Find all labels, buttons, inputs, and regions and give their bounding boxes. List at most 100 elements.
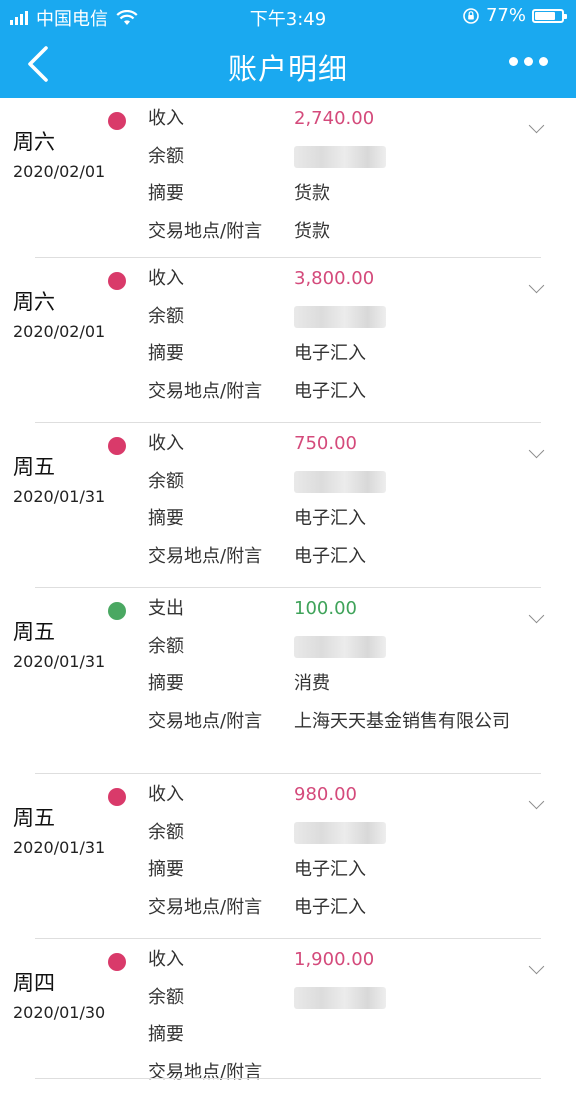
record-date-block: 周五2020/01/31 — [13, 806, 105, 857]
amount-value: 1,900.00 — [294, 949, 516, 971]
amount-value: 2,740.00 — [294, 108, 516, 130]
amount-row: 支出100.00 — [148, 598, 516, 636]
nav-bar: 账户明细 — [0, 32, 576, 98]
date-label: 2020/01/31 — [13, 487, 105, 506]
place-label: 交易地点/附言 — [148, 897, 294, 919]
place-value: 电子汇入 — [294, 546, 516, 568]
place-value: 货款 — [294, 221, 516, 243]
summary-label: 摘要 — [148, 673, 294, 695]
date-label: 2020/02/01 — [13, 322, 105, 341]
transaction-record[interactable]: 周四2020/01/30收入1,900.00余额摘要交易地点/附言 — [0, 939, 576, 1079]
record-details: 收入980.00余额摘要电子汇入交易地点/附言电子汇入 — [148, 784, 516, 934]
amount-row: 收入980.00 — [148, 784, 516, 822]
weekday-label: 周五 — [13, 455, 105, 479]
expense-dot — [108, 602, 126, 620]
place-label: 交易地点/附言 — [148, 546, 294, 568]
balance-row: 余额 — [148, 306, 516, 344]
balance-label: 余额 — [148, 987, 294, 1009]
balance-label: 余额 — [148, 822, 294, 844]
date-label: 2020/01/31 — [13, 652, 105, 671]
transaction-record[interactable]: 周五2020/01/31 收入980.00余额摘要电子汇入交易地点/附言电子汇入 — [0, 774, 576, 939]
type-label: 收入 — [148, 108, 294, 130]
income-dot — [108, 437, 126, 455]
summary-row: 摘要电子汇入 — [148, 343, 516, 381]
status-bar: 中国电信 下午3:49 77% — [0, 0, 576, 32]
record-date-block: 周六2020/02/01 — [13, 130, 105, 181]
balance-label: 余额 — [148, 471, 294, 493]
balance-row: 余额 — [148, 146, 516, 184]
balance-label: 余额 — [148, 636, 294, 658]
date-label: 2020/01/31 — [13, 838, 105, 857]
summary-label: 摘要 — [148, 183, 294, 205]
place-label: 交易地点/附言 — [148, 221, 294, 243]
place-row: 交易地点/附言电子汇入 — [148, 381, 516, 419]
summary-value: 电子汇入 — [294, 508, 516, 530]
balance-value-redacted — [294, 471, 386, 493]
summary-row: 摘要电子汇入 — [148, 508, 516, 546]
summary-label: 摘要 — [148, 1024, 294, 1046]
transaction-record[interactable]: 周六 2020/02/01 收入3,800.00余额摘要电子汇入交易地点/附言电子汇… — [0, 258, 576, 423]
place-row: 交易地点/附言电子汇入 — [148, 546, 516, 584]
place-row: 交易地点/附言货款 — [148, 221, 516, 259]
place-row: 交易地点/附言电子汇入 — [148, 897, 516, 935]
transaction-record[interactable]: 周五2020/01/31收入750.00余额摘要电子汇入交易地点/附言电子汇入 — [0, 423, 576, 588]
rotation-lock-icon — [462, 7, 480, 25]
income-dot — [108, 953, 126, 971]
type-label: 收入 — [148, 784, 294, 806]
record-date-block: 周五 2020/01/31 — [13, 455, 105, 506]
balance-value-redacted — [294, 636, 386, 658]
summary-label: 摘要 — [148, 508, 294, 530]
balance-value-redacted — [294, 822, 386, 844]
chevron-down-icon[interactable] — [529, 608, 545, 624]
amount-value: 100.00 — [294, 598, 516, 620]
income-dot — [108, 788, 126, 806]
weekday-label: 周六 — [13, 290, 105, 314]
income-dot — [108, 272, 126, 290]
summary-value: 电子汇入 — [294, 343, 516, 365]
record-details: 收入3,800.00余额摘要电子汇入交易地点/附言电子汇入 — [148, 268, 516, 418]
place-row: 交易地点/附言 — [148, 1062, 516, 1099]
weekday-label: 周六 — [13, 130, 105, 154]
battery-percent: 77% — [486, 5, 526, 26]
place-value: 上海天天基金销售有限公司 — [294, 711, 516, 733]
record-details: 收入2,740.00余额摘要货款交易地点/附言货款 — [148, 108, 516, 258]
transaction-record[interactable]: 周六2020/02/01收入2,740.00余额摘要货款交易地点/附言货款 — [0, 98, 576, 258]
top-bar: 中国电信 下午3:49 77% 账户明细 — [0, 0, 576, 98]
balance-label: 余额 — [148, 306, 294, 328]
summary-row: 摘要货款 — [148, 183, 516, 221]
record-details: 收入750.00余额摘要电子汇入交易地点/附言电子汇入 — [148, 433, 516, 583]
weekday-label: 周四 — [13, 971, 105, 995]
chevron-down-icon[interactable] — [529, 794, 545, 810]
type-label: 收入 — [148, 268, 294, 290]
place-value: 电子汇入 — [294, 381, 516, 403]
chevron-down-icon[interactable] — [529, 278, 545, 294]
place-value: 电子汇入 — [294, 897, 516, 919]
chevron-down-icon[interactable] — [529, 118, 545, 134]
income-dot — [108, 112, 126, 130]
amount-row: 收入3,800.00 — [148, 268, 516, 306]
chevron-down-icon[interactable] — [529, 443, 545, 459]
balance-value-redacted — [294, 987, 386, 1009]
date-label: 2020/01/30 — [13, 1003, 105, 1022]
summary-value: 电子汇入 — [294, 859, 516, 881]
record-date-block: 周五 2020/01/31 — [13, 620, 105, 671]
place-label: 交易地点/附言 — [148, 711, 294, 733]
more-menu-button[interactable] — [509, 57, 548, 66]
record-details: 收入1,900.00余额摘要交易地点/附言 — [148, 949, 516, 1099]
summary-value: 消费 — [294, 673, 516, 695]
summary-row: 摘要消费 — [148, 673, 516, 711]
summary-row: 摘要 — [148, 1024, 516, 1062]
place-label: 交易地点/附言 — [148, 1062, 294, 1084]
battery-icon — [532, 9, 564, 23]
balance-row: 余额 — [148, 822, 516, 860]
record-date-block: 周四 2020/01/30 — [13, 971, 105, 1022]
summary-value: 货款 — [294, 183, 516, 205]
type-label: 支出 — [148, 598, 294, 620]
type-label: 收入 — [148, 949, 294, 971]
weekday-label: 周五 — [13, 620, 105, 644]
chevron-down-icon[interactable] — [529, 959, 545, 975]
transaction-record[interactable]: 周五 2020/01/31 支出100.00余额摘要消费交易地点/附言上海天天基金销… — [0, 588, 576, 774]
balance-row: 余额 — [148, 636, 516, 674]
summary-row: 摘要电子汇入 — [148, 859, 516, 897]
transaction-list: 周六2020/02/01收入2,740.00余额摘要货款交易地点/附言货款周六2… — [0, 98, 576, 1079]
